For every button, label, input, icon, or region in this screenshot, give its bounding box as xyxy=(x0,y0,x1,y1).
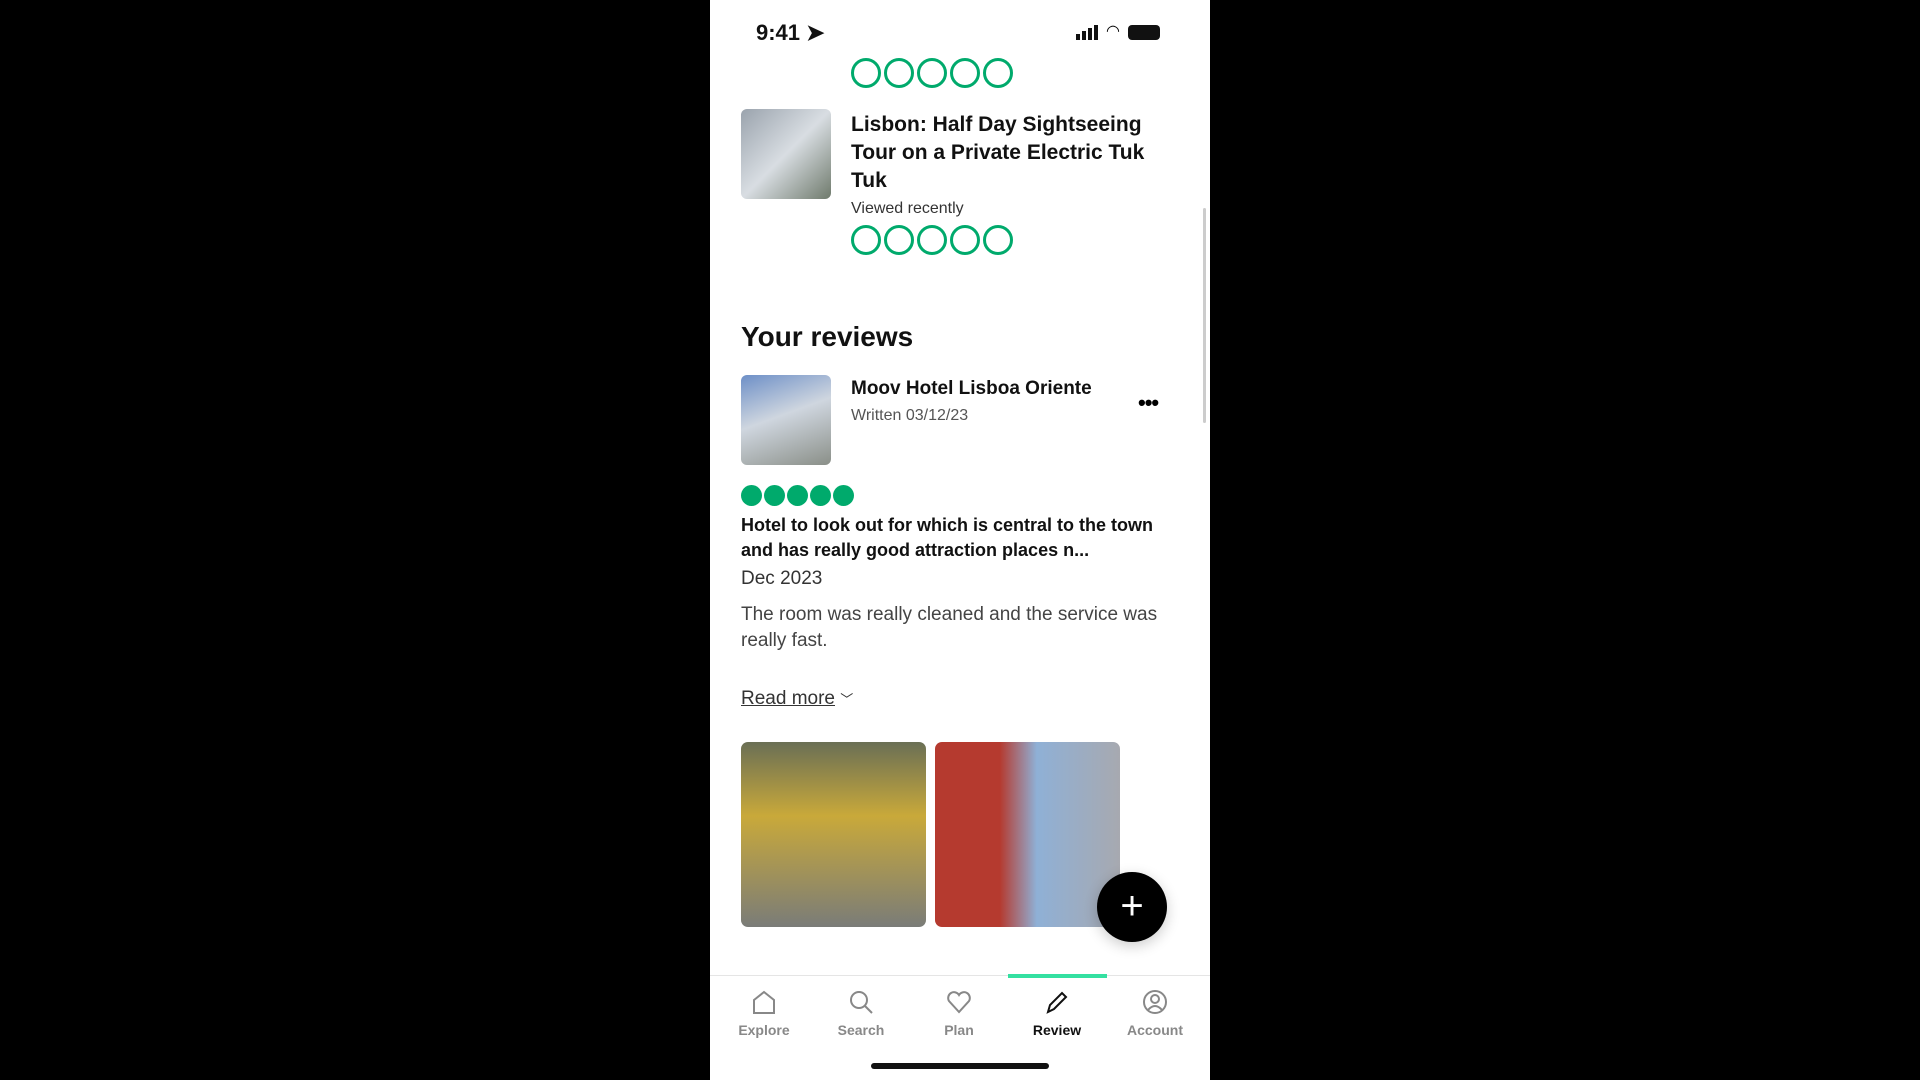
account-icon xyxy=(1143,990,1167,1014)
active-tab-indicator xyxy=(1008,974,1107,978)
search-icon xyxy=(850,991,873,1014)
review-headline: Hotel to look out for which is central t… xyxy=(741,515,1153,560)
hotel-thumbnail[interactable] xyxy=(741,375,831,465)
more-options-icon[interactable]: ••• xyxy=(1138,390,1159,416)
rating-empty[interactable] xyxy=(851,225,1013,255)
tab-plan[interactable]: Plan xyxy=(919,988,999,1038)
tab-explore[interactable]: Explore xyxy=(724,988,804,1038)
tab-review[interactable]: Review xyxy=(1017,988,1097,1038)
review-body: The room was really cleaned and the serv… xyxy=(741,604,1158,651)
rating-empty-top xyxy=(851,58,1013,88)
phone-screen: 9:41 ➤ ◠ Lisbon: Half Day Sightseeing To… xyxy=(710,0,1210,1080)
tab-label: Explore xyxy=(738,1022,790,1038)
hotel-name[interactable]: Moov Hotel Lisboa Oriente xyxy=(851,378,1092,400)
rating-filled xyxy=(741,485,854,506)
status-time: 9:41 ➤ xyxy=(756,20,825,46)
tab-label: Search xyxy=(837,1022,885,1038)
tab-label: Review xyxy=(1032,1022,1082,1038)
bottom-nav: Explore Search Plan Review Account xyxy=(710,974,1210,1080)
read-more-link[interactable]: Read more ﹀ xyxy=(741,688,853,710)
recent-subtitle: Viewed recently xyxy=(851,200,964,217)
written-date: Written 03/12/23 xyxy=(851,407,969,424)
chevron-down-icon: ﹀ xyxy=(840,692,854,707)
home-icon xyxy=(753,990,775,1014)
tab-label: Plan xyxy=(944,1022,974,1038)
signal-icon xyxy=(1076,25,1098,40)
recent-title[interactable]: Lisbon: Half Day Sightseeing Tour on a P… xyxy=(851,111,1181,195)
read-more-label: Read more xyxy=(741,688,835,709)
tab-label: Account xyxy=(1127,1022,1183,1038)
review-photo-1[interactable] xyxy=(741,742,926,927)
tuk-tuk-thumbnail[interactable] xyxy=(741,109,831,199)
wifi-icon: ◠ xyxy=(1106,23,1120,40)
pencil-icon xyxy=(1046,991,1068,1014)
plus-icon: + xyxy=(1120,884,1144,928)
status-icons: ◠ xyxy=(1076,24,1160,40)
add-button[interactable]: + xyxy=(1097,872,1167,942)
location-arrow-icon: ➤ xyxy=(806,20,825,45)
tab-search[interactable]: Search xyxy=(821,988,901,1038)
heart-icon xyxy=(947,991,971,1014)
home-indicator[interactable] xyxy=(871,1063,1049,1069)
battery-icon xyxy=(1127,25,1160,40)
review-date: Dec 2023 xyxy=(741,568,823,589)
review-photo-2[interactable] xyxy=(935,742,1120,927)
section-heading: Your reviews xyxy=(741,321,914,352)
time-text: 9:41 xyxy=(756,20,801,45)
scrollbar[interactable] xyxy=(1203,208,1206,423)
tab-account[interactable]: Account xyxy=(1115,988,1195,1038)
